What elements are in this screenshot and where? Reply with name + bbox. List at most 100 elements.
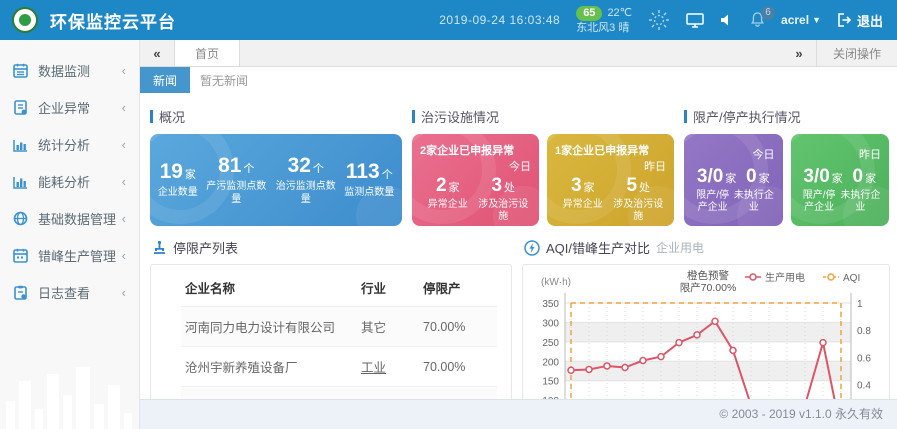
- tabs-scroll-right-button[interactable]: »: [782, 40, 816, 66]
- sidebar-item-log-view[interactable]: 日志查看 ‹: [0, 274, 139, 311]
- stat-pollution-points: 81个 产污监测点数量: [205, 154, 267, 206]
- chevron-left-icon: ‹: [122, 285, 126, 300]
- copyright-label: © 2003 - 2019 v1.1.0 永久有效: [719, 407, 883, 421]
- aqi-badge: 65: [576, 6, 602, 21]
- treatment-card-today: 2家企业已申报异常 今日 2家 3处 异常企业涉及治污设施: [412, 134, 539, 226]
- app-title: 环保监控云平台: [50, 8, 176, 33]
- bar-chart-icon: [13, 174, 29, 190]
- sidebar-item-base-data[interactable]: 基础数据管理 ‹: [0, 200, 139, 237]
- faucet-icon: [152, 240, 167, 255]
- svg-text:生产用电: 生产用电: [765, 271, 805, 284]
- aqi-chart-section: AQI/错峰生产对比 企业用电 3503002502001501005010.8…: [522, 236, 890, 399]
- footer: © 2003 - 2019 v1.1.0 永久有效: [140, 399, 897, 429]
- aqi-chart-title: AQI/错峰生产对比: [546, 238, 650, 257]
- bar-chart-icon: [13, 137, 29, 153]
- treatment-card-yesterday: 1家企业已申报异常 昨日 3家 5处 异常企业涉及治污设施: [547, 134, 674, 226]
- section-treatment-title: 治污设施情况: [421, 107, 499, 126]
- lightning-circle-icon: [524, 240, 540, 256]
- section-treatment: 治污设施情况 2家企业已申报异常 今日 2家 3处 异常企业涉及治污设施 1家企…: [412, 101, 674, 226]
- calendar-icon: [13, 248, 29, 264]
- document-icon: [13, 100, 29, 116]
- user-menu[interactable]: acrel ▼: [781, 13, 821, 27]
- sidebar-item-energy-analysis[interactable]: 能耗分析 ‹: [0, 163, 139, 200]
- chevron-left-icon: ‹: [122, 137, 126, 152]
- limit-card-today: 今日 3/0家 0家 限产/停产企业未执行企业: [684, 134, 783, 226]
- tab-news[interactable]: 新闻: [140, 67, 190, 93]
- weather-widget: 65 22℃ 东北风3 晴: [576, 6, 632, 35]
- limit-card-yesterday: 昨日 3/0家 0家 限产/停产企业未执行企业: [791, 134, 890, 226]
- weather-sun-icon: [648, 9, 670, 31]
- logout-icon: [837, 13, 852, 27]
- chevron-left-icon: ‹: [122, 100, 126, 115]
- monitor-icon[interactable]: [686, 13, 704, 28]
- sidebar-item-peak-production[interactable]: 错峰生产管理 ‹: [0, 237, 139, 274]
- section-limit-title: 限产/停产执行情况: [693, 107, 801, 126]
- section-overview-title: 概况: [159, 107, 185, 126]
- bell-icon[interactable]: 6: [750, 12, 765, 28]
- sidebar-item-statistics[interactable]: 统计分析 ‹: [0, 126, 139, 163]
- chevron-left-icon: ‹: [122, 63, 126, 78]
- clipboard-icon: [13, 285, 29, 301]
- chevron-left-icon: ‹: [122, 174, 126, 189]
- wind-condition-label: 东北风3 晴: [576, 21, 632, 35]
- chevron-left-icon: ‹: [122, 211, 126, 226]
- tab-bar: « 首页 » 关闭操作: [140, 40, 897, 67]
- overview-card: 19家 企业数量 81个 产污监测点数量 32个 治污监测点数量 113个 监测…: [150, 134, 402, 226]
- stop-limit-list-title: 停限产列表: [173, 238, 238, 257]
- svg-text:0.4: 0.4: [857, 381, 871, 392]
- chevron-left-icon: ‹: [122, 248, 126, 263]
- stat-treatment-points: 32个 治污监测点数量: [275, 154, 337, 206]
- svg-text:250: 250: [542, 338, 559, 349]
- col-header-stop-limit: 停限产: [419, 269, 497, 307]
- svg-text:限产70.00%: 限产70.00%: [680, 281, 737, 294]
- logout-label: 退出: [857, 11, 883, 30]
- sidebar: 数据监测 ‹ 企业异常 ‹ 统计分析 ‹ 能耗分析 ‹ 基础数据管理 ‹ 错峰生…: [0, 40, 140, 429]
- logout-button[interactable]: 退出: [837, 11, 883, 30]
- svg-text:350: 350: [542, 299, 559, 310]
- stop-limit-table: 企业名称 行业 停限产 河南同力电力设计有限公司其它70.00% 沧州宇新养殖设…: [181, 269, 497, 399]
- stat-enterprise-count: 19家 企业数量: [158, 160, 198, 200]
- table-row[interactable]: 沧州宇新养殖设备厂工业70.00%: [181, 347, 497, 387]
- close-operations-button[interactable]: 关闭操作: [816, 40, 897, 66]
- enterprise-power-link[interactable]: 企业用电: [656, 239, 704, 256]
- temperature-label: 22℃: [607, 6, 632, 20]
- calendar-grid-icon: [13, 63, 29, 79]
- main-content: 概况 19家 企业数量 81个 产污监测点数量 32个 治污监测点数量 113个…: [140, 93, 897, 399]
- svg-text:(kW·h): (kW·h): [541, 277, 571, 288]
- speaker-icon[interactable]: [720, 13, 734, 27]
- svg-text:AQI: AQI: [843, 273, 860, 284]
- svg-text:300: 300: [542, 318, 559, 329]
- chevron-down-icon: ▼: [812, 15, 821, 25]
- svg-text:1: 1: [857, 299, 863, 310]
- news-subtabs: 新闻 暂无新闻: [140, 67, 897, 93]
- stop-limit-table-panel: 企业名称 行业 停限产 河南同力电力设计有限公司其它70.00% 沧州宇新养殖设…: [150, 264, 512, 399]
- aqi-chart-panel: 3503002502001501005010.80.60.40.2(kW·h)橙…: [522, 264, 890, 399]
- datetime-display: 2019-09-24 16:03:48: [439, 13, 560, 27]
- sidebar-item-label: 错峰生产管理: [38, 246, 116, 265]
- stat-monitor-points: 113个 监测点数量: [344, 160, 394, 200]
- svg-text:150: 150: [542, 377, 559, 388]
- tab-home[interactable]: 首页: [174, 40, 240, 66]
- app-logo-icon: [12, 7, 38, 33]
- table-row[interactable]: 河南同力电力设计有限公司其它70.00%: [181, 307, 497, 347]
- svg-text:0.8: 0.8: [857, 326, 871, 337]
- globe-icon: [13, 211, 29, 227]
- col-header-industry: 行业: [357, 269, 419, 307]
- sidebar-item-label: 基础数据管理: [38, 209, 116, 228]
- no-news-label: 暂无新闻: [190, 67, 258, 93]
- section-limit: 限产/停产执行情况 今日 3/0家 0家 限产/停产企业未执行企业 昨日 3/0…: [684, 101, 889, 226]
- svg-text:橙色预警: 橙色预警: [687, 269, 729, 282]
- svg-text:200: 200: [542, 357, 559, 368]
- sidebar-item-label: 数据监测: [38, 61, 90, 80]
- sidebar-item-data-monitoring[interactable]: 数据监测 ‹: [0, 52, 139, 89]
- skyline-watermark: [0, 359, 138, 429]
- section-overview: 概况 19家 企业数量 81个 产污监测点数量 32个 治污监测点数量 113个…: [150, 101, 402, 226]
- sidebar-item-enterprise-anomaly[interactable]: 企业异常 ‹: [0, 89, 139, 126]
- aqi-line-chart[interactable]: 3503002502001501005010.80.60.40.2(kW·h)橙…: [523, 265, 889, 399]
- table-row[interactable]: 沧州天兴包装制品有限公司其它70.00%: [181, 387, 497, 400]
- stop-limit-list-section: 停限产列表 企业名称 行业 停限产 河南同力电力设计有限公司其它70.00%: [150, 236, 512, 399]
- sidebar-item-label: 能耗分析: [38, 172, 90, 191]
- sidebar-item-label: 企业异常: [38, 98, 90, 117]
- tabs-scroll-left-button[interactable]: «: [140, 40, 174, 66]
- notification-badge: 6: [761, 6, 775, 20]
